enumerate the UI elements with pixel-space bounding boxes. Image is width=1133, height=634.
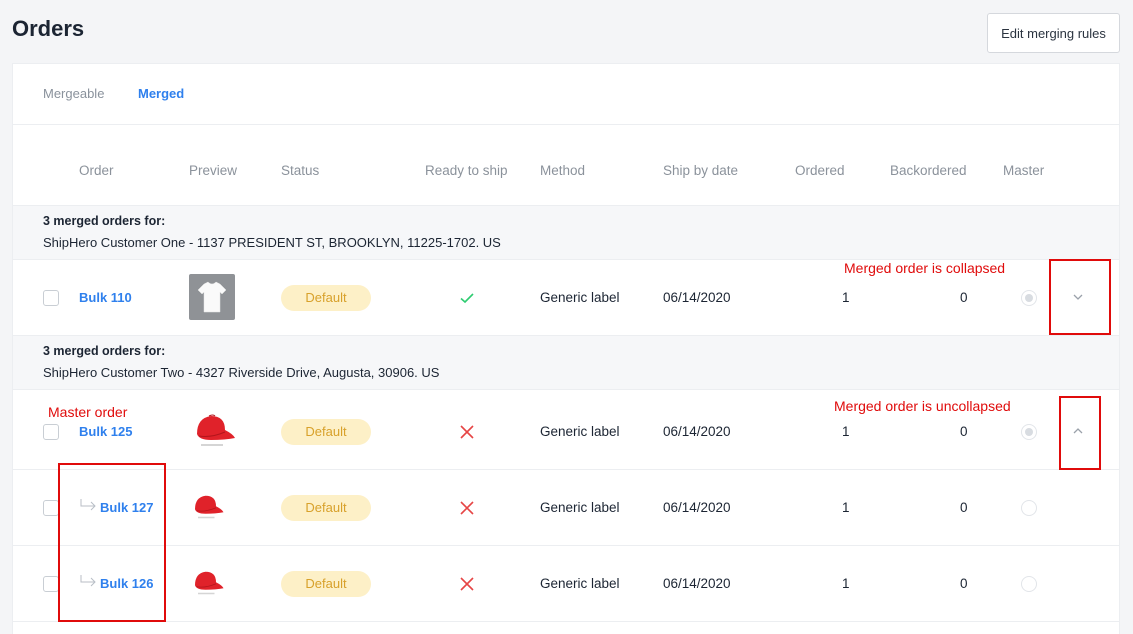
annotation-master-label: Master order <box>48 404 128 420</box>
group-title: 3 merged orders for: <box>43 214 166 228</box>
status-badge: Default <box>281 495 371 521</box>
check-icon <box>459 290 475 306</box>
annotation-collapsed-label: Merged order is collapsed <box>844 260 1006 276</box>
red-cap-icon <box>189 566 225 600</box>
ship-date-cell: 06/14/2020 <box>663 290 731 305</box>
red-cap-icon <box>189 490 225 524</box>
annotation-uncollapsed-label: Merged order is uncollapsed <box>834 398 1011 414</box>
group-address: ShipHero Customer Two - 4327 Riverside D… <box>43 365 440 380</box>
method-cell: Generic label <box>540 424 620 439</box>
tab-merged[interactable]: Merged <box>138 86 184 101</box>
white-tshirt-icon <box>189 274 235 320</box>
merge-group-header: 3 merged orders for: ShipHero Customer O… <box>13 206 1119 260</box>
status-badge: Default <box>281 419 371 445</box>
tab-mergeable[interactable]: Mergeable <box>43 86 104 101</box>
backordered-cell: 0 <box>960 500 968 515</box>
backordered-cell: 0 <box>960 290 968 305</box>
col-preview[interactable]: Preview <box>189 163 237 178</box>
row-checkbox[interactable] <box>43 424 59 440</box>
method-cell: Generic label <box>540 290 620 305</box>
ship-date-cell: 06/14/2020 <box>663 576 731 591</box>
group-title: 3 merged orders for: <box>43 344 166 358</box>
ship-date-cell: 06/14/2020 <box>663 500 731 515</box>
status-badge: Default <box>281 285 371 311</box>
page-title: Orders <box>12 16 85 41</box>
ordered-cell: 1 <box>842 500 850 515</box>
row-checkbox[interactable] <box>43 290 59 306</box>
ordered-cell: 1 <box>842 424 850 439</box>
status-badge: Default <box>281 571 371 597</box>
orders-card: Mergeable Merged Order Preview Status Re… <box>12 63 1120 634</box>
row-checkbox[interactable] <box>43 576 59 592</box>
method-cell: Generic label <box>540 576 620 591</box>
ordered-cell: 1 <box>842 290 850 305</box>
table-row: Bulk 127 Default Generic label 06/14/202… <box>13 470 1119 546</box>
annotation-uncollapsed-box <box>1059 396 1101 470</box>
group-address: ShipHero Customer One - 1137 PRESIDENT S… <box>43 235 501 250</box>
col-backordered[interactable]: Backordered <box>890 163 967 178</box>
annotation-children-box <box>58 463 166 622</box>
red-cap-icon <box>189 410 237 452</box>
backordered-cell: 0 <box>960 424 968 439</box>
table-row: Bulk 126 Default Generic label 06/14/202… <box>13 546 1119 622</box>
col-status[interactable]: Status <box>281 163 319 178</box>
col-order[interactable]: Order <box>79 163 114 178</box>
master-radio[interactable] <box>1021 424 1037 440</box>
cross-icon <box>459 576 475 592</box>
col-ordered[interactable]: Ordered <box>795 163 845 178</box>
tab-bar: Mergeable Merged <box>13 64 1119 125</box>
cross-icon <box>459 500 475 516</box>
col-master[interactable]: Master <box>1003 163 1044 178</box>
method-cell: Generic label <box>540 500 620 515</box>
master-radio[interactable] <box>1021 500 1037 516</box>
col-ship-by-date[interactable]: Ship by date <box>663 163 738 178</box>
annotation-collapsed-box <box>1049 259 1111 335</box>
master-radio[interactable] <box>1021 576 1037 592</box>
edit-merging-rules-button[interactable]: Edit merging rules <box>987 13 1120 53</box>
col-ready-to-ship[interactable]: Ready to ship <box>425 163 508 178</box>
backordered-cell: 0 <box>960 576 968 591</box>
cross-icon <box>459 424 475 440</box>
table-header: Order Preview Status Ready to ship Metho… <box>13 125 1119 206</box>
row-checkbox[interactable] <box>43 500 59 516</box>
master-radio[interactable] <box>1021 290 1037 306</box>
ship-date-cell: 06/14/2020 <box>663 424 731 439</box>
order-link[interactable]: Bulk 125 <box>79 424 132 439</box>
ordered-cell: 1 <box>842 576 850 591</box>
col-method[interactable]: Method <box>540 163 585 178</box>
merge-group-header: 3 merged orders for: ShipHero Customer T… <box>13 336 1119 390</box>
order-link[interactable]: Bulk 110 <box>79 290 132 305</box>
